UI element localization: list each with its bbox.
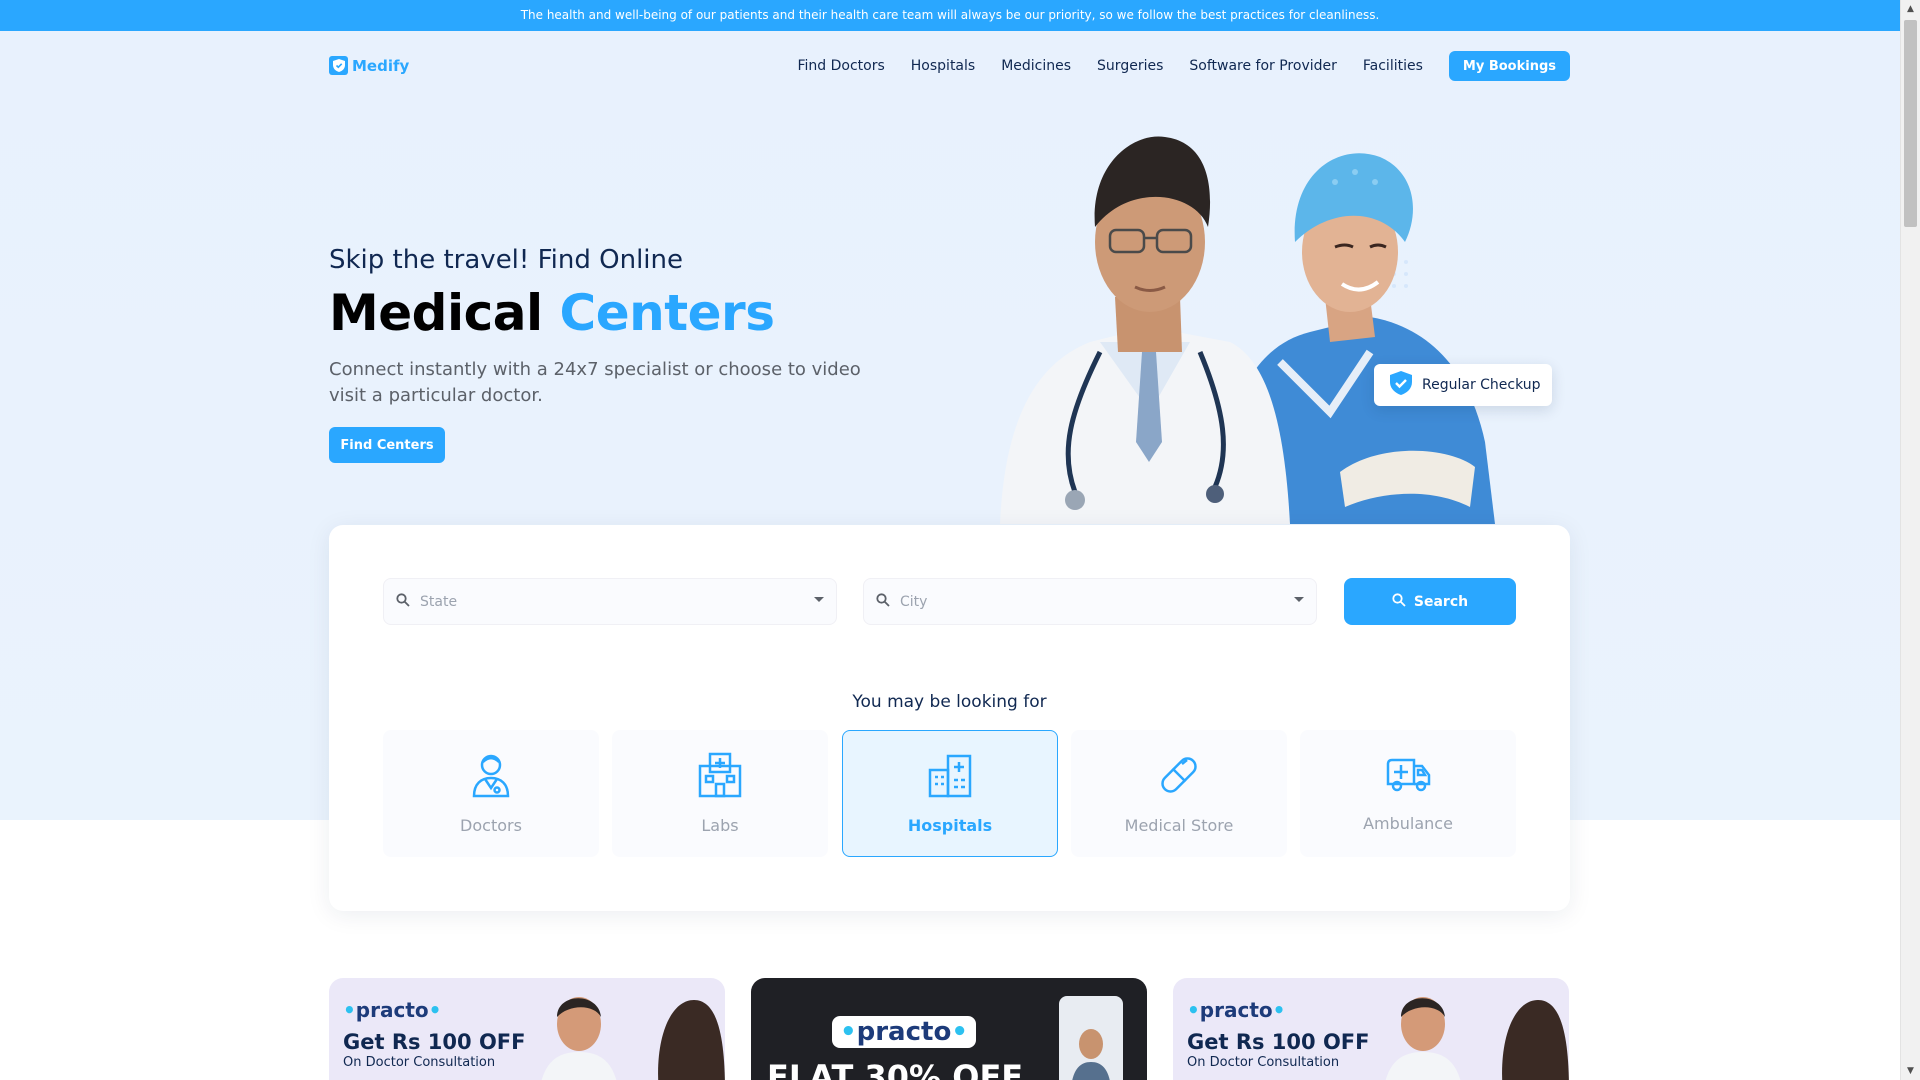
nav-surgeries[interactable]: Surgeries	[1097, 58, 1163, 74]
chevron-down-icon	[814, 597, 824, 602]
hospital-icon	[928, 752, 972, 802]
state-input[interactable]	[420, 593, 780, 610]
my-bookings-button[interactable]: My Bookings	[1448, 51, 1570, 81]
offer-card[interactable]: •practo• FLAT 30% OFF	[751, 978, 1147, 1080]
hero-title: Medical Centers	[329, 284, 775, 342]
state-select[interactable]	[383, 578, 837, 625]
offer-subtitle: On Doctor Consultation	[343, 1055, 496, 1070]
offer-headline: FLAT 30% OFF	[767, 1058, 1024, 1080]
hero-description: Connect instantly with a 24x7 specialist…	[329, 359, 861, 406]
offer-doctor-image	[541, 997, 725, 1080]
search-button-label: Search	[1413, 593, 1469, 610]
city-select[interactable]	[863, 578, 1317, 625]
category-label: Hospitals	[907, 816, 993, 835]
badge-label: Regular Checkup	[1422, 377, 1541, 393]
city-input[interactable]	[900, 593, 1260, 610]
ambulance-icon	[1385, 754, 1431, 800]
hero-subtitle: Skip the travel! Find Online	[329, 245, 683, 275]
category-ambulance[interactable]: Ambulance	[1300, 730, 1516, 857]
looking-for-title: You may be looking for	[852, 692, 1047, 712]
offer-card[interactable]: •practo• Get Rs 100 OFF On Doctor Consul…	[1173, 978, 1569, 1080]
logo-shield-icon	[329, 56, 348, 75]
scroll-up-arrow-icon[interactable]: ▲	[1901, 0, 1920, 18]
hero-title-accent: Centers	[559, 284, 775, 342]
hero-doctors-image	[950, 112, 1540, 524]
category-hospitals[interactable]: Hospitals	[842, 730, 1058, 857]
offer-doctor-image	[1385, 997, 1569, 1080]
offer-brand-logo: •practo•	[343, 998, 442, 1022]
search-icon	[1392, 592, 1406, 611]
search-icon	[876, 592, 890, 611]
shield-check-icon	[1390, 371, 1412, 399]
scroll-down-arrow-icon[interactable]: ▼	[1901, 1062, 1920, 1080]
capsule-icon	[1156, 752, 1202, 802]
offer-brand-logo: •practo•	[1187, 998, 1286, 1022]
category-medical-store[interactable]: Medical Store	[1071, 730, 1287, 857]
page-scrollbar[interactable]: ▲ ▼	[1900, 0, 1920, 1080]
nav-find-doctors[interactable]: Find Doctors	[798, 58, 885, 74]
offer-brand-logo: •practo•	[832, 1016, 976, 1048]
scrollbar-thumb[interactable]	[1904, 20, 1917, 227]
announcement-text: The health and well-being of our patient…	[520, 8, 1380, 22]
offer-headline: Get Rs 100 OFF	[1187, 1030, 1370, 1054]
logo-text: Medify	[352, 56, 410, 75]
chevron-down-icon	[1294, 597, 1304, 602]
offer-phone-image	[1059, 996, 1123, 1080]
logo[interactable]: Medify	[329, 56, 409, 75]
category-labs[interactable]: Labs	[612, 730, 828, 857]
category-label: Ambulance	[1363, 814, 1453, 833]
announcement-bar: The health and well-being of our patient…	[0, 0, 1900, 31]
offer-card[interactable]: •practo• Get Rs 100 OFF On Doctor Consul…	[329, 978, 725, 1080]
category-label: Doctors	[460, 816, 522, 835]
category-label: Medical Store	[1124, 816, 1234, 835]
offer-subtitle: On Doctor Consultation	[1187, 1055, 1340, 1070]
category-label: Labs	[701, 816, 739, 835]
search-icon	[396, 592, 410, 611]
regular-checkup-badge: Regular Checkup	[1374, 364, 1552, 406]
nav-software-for-provider[interactable]: Software for Provider	[1189, 58, 1337, 74]
hero-title-main: Medical	[329, 284, 543, 342]
offer-headline: Get Rs 100 OFF	[343, 1030, 526, 1054]
nav-medicines[interactable]: Medicines	[1001, 58, 1071, 74]
doctor-icon	[471, 752, 511, 802]
search-card: Search You may be looking for Doctors La…	[329, 525, 1570, 911]
nav-facilities[interactable]: Facilities	[1363, 58, 1423, 74]
search-button[interactable]: Search	[1344, 578, 1516, 625]
category-doctors[interactable]: Doctors	[383, 730, 599, 857]
navbar: Medify Find Doctors Hospitals Medicines …	[329, 50, 1570, 82]
lab-icon	[698, 752, 742, 802]
nav-links: Find Doctors Hospitals Medicines Surgeri…	[772, 50, 1570, 82]
nav-hospitals[interactable]: Hospitals	[911, 58, 975, 74]
find-centers-button[interactable]: Find Centers	[329, 427, 445, 463]
